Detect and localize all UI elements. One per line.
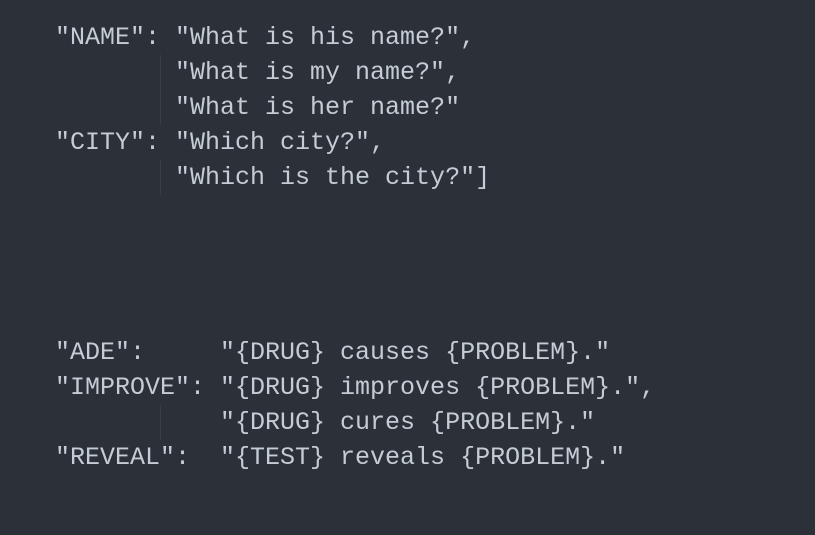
code-line-6: "ADE": "{DRUG} causes {PROBLEM}."	[55, 335, 815, 370]
code-text: "What is my name?",	[55, 58, 460, 87]
code-text: "What is her name?"	[55, 93, 460, 122]
code-line-9: "REVEAL": "{TEST} reveals {PROBLEM}."	[55, 440, 815, 475]
code-line-4: "CITY": "Which city?",	[55, 125, 815, 160]
code-text: "{DRUG} cures {PROBLEM}."	[55, 408, 595, 437]
code-line-1: "NAME": "What is his name?",	[55, 20, 815, 55]
code-line-7: "IMPROVE": "{DRUG} improves {PROBLEM}.",	[55, 370, 815, 405]
code-line-2: "What is my name?",	[55, 55, 815, 90]
code-line-3: "What is her name?"	[55, 90, 815, 125]
blank-section	[55, 195, 815, 335]
code-text: "Which is the city?"]	[55, 163, 490, 192]
code-line-8: "{DRUG} cures {PROBLEM}."	[55, 405, 815, 440]
code-line-5: "Which is the city?"]	[55, 160, 815, 195]
